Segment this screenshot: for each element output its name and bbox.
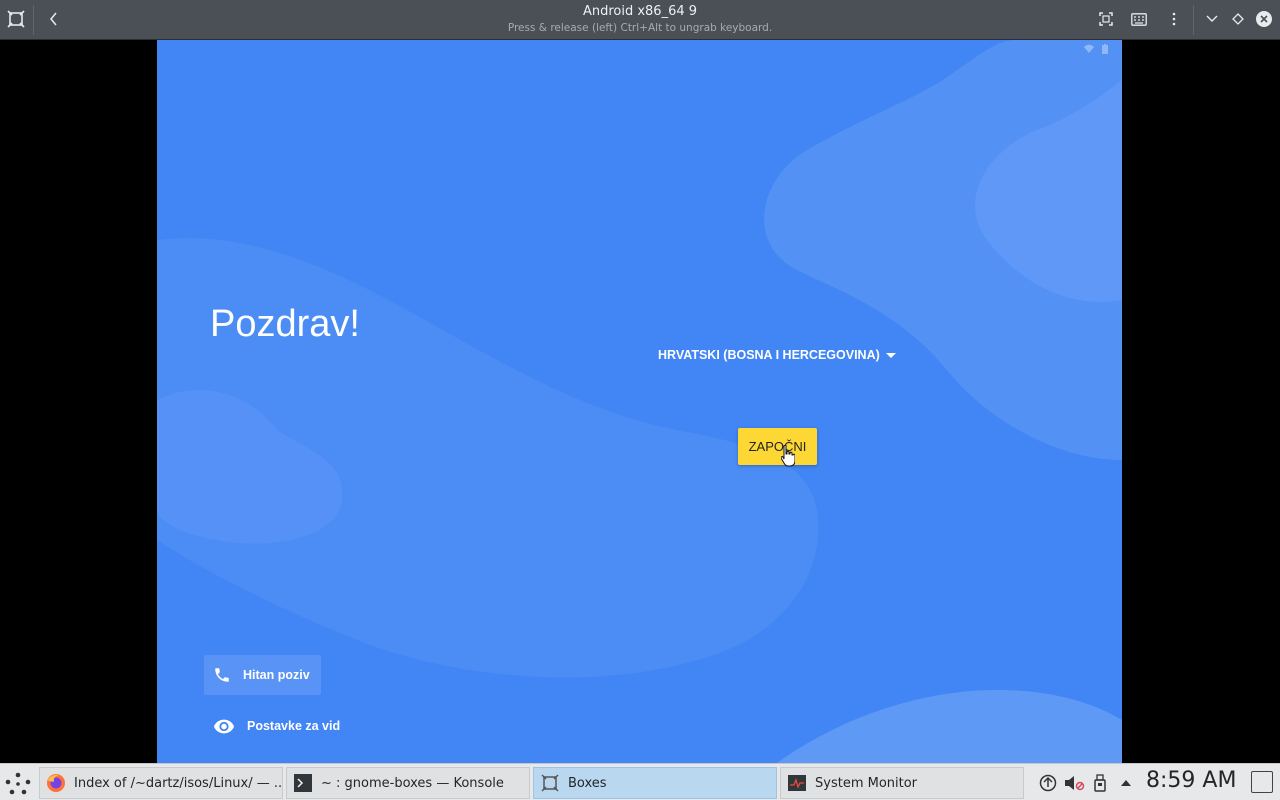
usb-device-icon[interactable] xyxy=(1090,772,1110,794)
maximize-diamond-icon[interactable] xyxy=(1225,6,1251,32)
android-screen[interactable]: Pozdrav! HRVATSKI (BOSNA I HERCEGOVINA) … xyxy=(157,40,1122,763)
vision-settings-button[interactable]: Postavke za vid xyxy=(213,718,340,734)
kebab-menu-icon[interactable] xyxy=(1161,6,1187,32)
window-titlebar: Android x86_64 9 Press & release (left) … xyxy=(0,0,1280,40)
language-label: HRVATSKI (BOSNA I HERCEGOVINA) xyxy=(658,348,880,362)
android-status-icons xyxy=(1084,44,1108,54)
boxes-icon[interactable] xyxy=(3,6,29,32)
task-label: ~ : gnome-boxes — Konsole xyxy=(321,775,504,791)
greeting-heading: Pozdrav! xyxy=(210,303,360,345)
volume-muted-icon[interactable] xyxy=(1062,772,1086,794)
task-system-monitor[interactable]: System Monitor xyxy=(780,767,1024,799)
window-title: Android x86_64 9 xyxy=(582,4,698,19)
tray-expand-icon[interactable] xyxy=(1116,772,1136,794)
firefox-icon xyxy=(46,773,66,793)
application-launcher-icon[interactable] xyxy=(4,770,32,796)
boxes-icon xyxy=(540,773,560,793)
wifi-icon xyxy=(1084,44,1094,53)
mouse-pointer-icon xyxy=(781,445,795,467)
dropdown-caret-icon xyxy=(885,352,896,358)
updates-icon[interactable] xyxy=(1037,772,1059,794)
show-desktop-icon[interactable] xyxy=(1251,771,1273,793)
vision-settings-label: Postavke za vid xyxy=(247,719,341,733)
battery-icon xyxy=(1102,44,1108,54)
fullscreen-icon[interactable] xyxy=(1093,6,1119,32)
eye-icon xyxy=(213,719,235,734)
titlebar-separator xyxy=(1193,5,1194,35)
system-monitor-icon xyxy=(787,773,807,793)
konsole-icon xyxy=(293,773,313,793)
task-konsole[interactable]: ~ : gnome-boxes — Konsole xyxy=(286,767,530,799)
language-selector[interactable]: HRVATSKI (BOSNA I HERCEGOVINA) xyxy=(658,348,896,362)
task-label: Index of /~dartz/isos/Linux/ — ... xyxy=(74,775,283,791)
emergency-call-button[interactable]: Hitan poziv xyxy=(204,655,321,695)
start-button[interactable]: ZAPOČNI xyxy=(738,428,817,465)
phone-icon xyxy=(215,668,229,682)
task-label: System Monitor xyxy=(815,775,918,791)
emergency-call-label: Hitan poziv xyxy=(243,668,310,682)
taskbar: Index of /~dartz/isos/Linux/ — ... ~ : g… xyxy=(0,763,1280,800)
task-boxes[interactable]: Boxes xyxy=(533,767,777,799)
titlebar-separator xyxy=(33,5,34,35)
keyboard-icon[interactable] xyxy=(1126,6,1152,32)
clock[interactable]: 8:59 AM xyxy=(1146,768,1236,793)
task-label: Boxes xyxy=(568,775,607,791)
window-subtitle: Press & release (left) Ctrl+Alt to ungra… xyxy=(507,22,773,34)
minimize-chevron-icon[interactable] xyxy=(1199,6,1225,32)
task-firefox[interactable]: Index of /~dartz/isos/Linux/ — ... xyxy=(39,767,283,799)
back-chevron-icon[interactable] xyxy=(41,6,67,32)
close-icon[interactable] xyxy=(1251,6,1277,32)
